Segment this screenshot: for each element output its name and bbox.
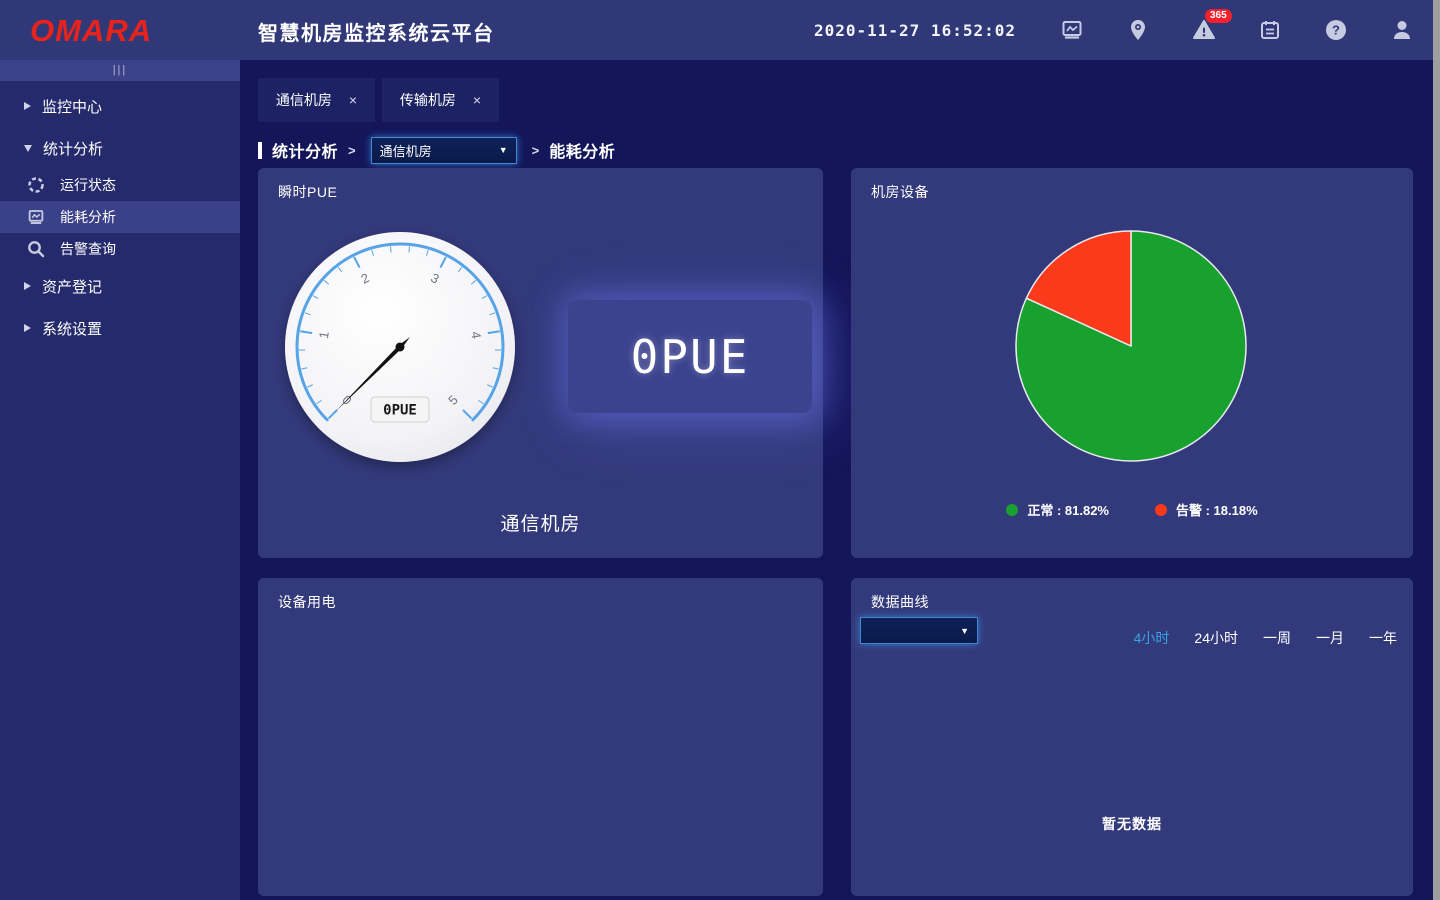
legend-dot-alarm [1155,504,1167,516]
chevron-right-icon [24,324,31,332]
location-pin-icon[interactable] [1126,18,1150,42]
room-select-value: 通信机房 [380,141,432,160]
breadcrumb-root: 统计分析 [272,138,338,162]
sidebar-item-label: 监控中心 [42,96,102,117]
sidebar-item-system-settings[interactable]: 系统设置 [0,307,240,349]
sidebar-item-asset-register[interactable]: 资产登记 [0,265,240,307]
chevron-down-icon: ▼ [960,626,969,636]
app-root: OMARA 智慧机房监控系统云平台 2020-11-27 16:52:02 [0,0,1440,900]
sidebar-item-label: 能耗分析 [60,207,116,227]
monitor-chart-icon[interactable] [1060,18,1084,42]
sidebar-item-label: 统计分析 [43,138,103,159]
breadcrumb: 统计分析 > 通信机房 ▼ > 能耗分析 [258,136,615,164]
panel-device-power: 设备用电 [258,578,823,896]
panel-title: 机房设备 [871,182,929,202]
pue-gauge-chart: 0123450PUE [270,217,530,477]
room-select[interactable]: 通信机房 ▼ [371,137,517,164]
sidebar-item-statistics[interactable]: 统计分析 [0,127,240,169]
panel-room-devices: 机房设备 正常 : 81.82% 告警 : 18.18% [851,168,1413,558]
sidebar: ||| 监控中心 统计分析 运行状态 [0,60,240,900]
device-status-pie-chart [991,206,1271,486]
sidebar-item-monitor-center[interactable]: 监控中心 [0,85,240,127]
panel-title: 设备用电 [278,592,336,612]
tab-comm-room[interactable]: 通信机房 × [258,78,375,122]
sidebar-item-label: 告警查询 [60,239,116,259]
breadcrumb-marker [258,142,262,159]
legend-dot-normal [1006,504,1018,516]
alarm-count-badge: 365 [1205,9,1232,23]
panel-instant-pue: 瞬时PUE 0123450PUE 0PUE 通信机房 [258,168,823,558]
legend-label: 正常 : 81.82% [1027,500,1109,519]
header-toolbar: 2020-11-27 16:52:02 [814,0,1414,60]
legend-item-alarm: 告警 : 18.18% [1155,500,1258,519]
curve-metric-select[interactable]: ▼ [860,617,978,644]
room-name-label: 通信机房 [258,509,823,536]
range-week[interactable]: 一周 [1263,628,1291,648]
chevron-down-icon: ▼ [499,145,508,155]
page-title: 智慧机房监控系统云平台 [258,17,495,46]
close-icon[interactable]: × [473,93,481,107]
sidebar-item-energy-analysis[interactable]: 能耗分析 [0,201,240,233]
omara-logo: OMARA [30,13,152,49]
chevron-down-icon [24,145,32,152]
pie-legend: 正常 : 81.82% 告警 : 18.18% [851,500,1413,519]
panel-title: 数据曲线 [871,592,929,612]
range-4h[interactable]: 4小时 [1134,628,1170,648]
legend-item-normal: 正常 : 81.82% [1006,500,1109,519]
range-24h[interactable]: 24小时 [1194,628,1238,648]
panel-data-curve: 数据曲线 ▼ 4小时 24小时 一周 一月 一年 暂无数据 [851,578,1413,896]
alarm-warning-icon[interactable]: 365 [1192,18,1216,42]
vertical-scrollbar[interactable] [1433,0,1440,900]
legend-label: 告警 : 18.18% [1176,500,1258,519]
no-data-text: 暂无数据 [851,814,1413,834]
tab-label: 通信机房 [276,90,332,110]
datetime-display: 2020-11-27 16:52:02 [814,21,1016,40]
close-icon[interactable]: × [349,93,357,107]
sidebar-item-running-status[interactable]: 运行状态 [0,169,240,201]
range-year[interactable]: 一年 [1369,628,1397,648]
main-content: 通信机房 × 传输机房 × 统计分析 > 通信机房 ▼ > 能耗分析 瞬时PUE [240,60,1433,900]
status-ring-icon [27,176,45,194]
open-tabs: 通信机房 × 传输机房 × [258,78,499,122]
chevron-right-icon [24,102,31,110]
sidebar-item-alarm-query[interactable]: 告警查询 [0,233,240,265]
svg-text:?: ? [1332,23,1340,38]
breadcrumb-leaf: 能耗分析 [549,138,615,162]
calendar-icon[interactable] [1258,18,1282,42]
help-icon[interactable]: ? [1324,18,1348,42]
chevron-right-icon [24,282,31,290]
sidebar-nav: 监控中心 统计分析 运行状态 [0,81,240,349]
search-icon [27,240,45,258]
top-header: OMARA 智慧机房监控系统云平台 2020-11-27 16:52:02 [0,0,1433,60]
breadcrumb-separator: > [348,143,356,158]
tab-label: 传输机房 [400,90,456,110]
pue-value-box: 0PUE [568,300,812,413]
breadcrumb-separator: > [532,143,540,158]
panel-title: 瞬时PUE [278,182,337,202]
sidebar-collapse-handle[interactable]: ||| [0,60,240,81]
pue-value-text: 0PUE [631,330,750,384]
tab-transfer-room[interactable]: 传输机房 × [382,78,499,122]
sidebar-item-label: 运行状态 [60,175,116,195]
energy-chart-icon [27,208,45,226]
sidebar-item-label: 资产登记 [42,276,102,297]
svg-text:0PUE: 0PUE [383,403,417,419]
user-icon[interactable] [1390,18,1414,42]
range-month[interactable]: 一月 [1316,628,1344,648]
sidebar-item-label: 系统设置 [42,318,102,339]
time-range-switch: 4小时 24小时 一周 一月 一年 [1134,628,1397,648]
